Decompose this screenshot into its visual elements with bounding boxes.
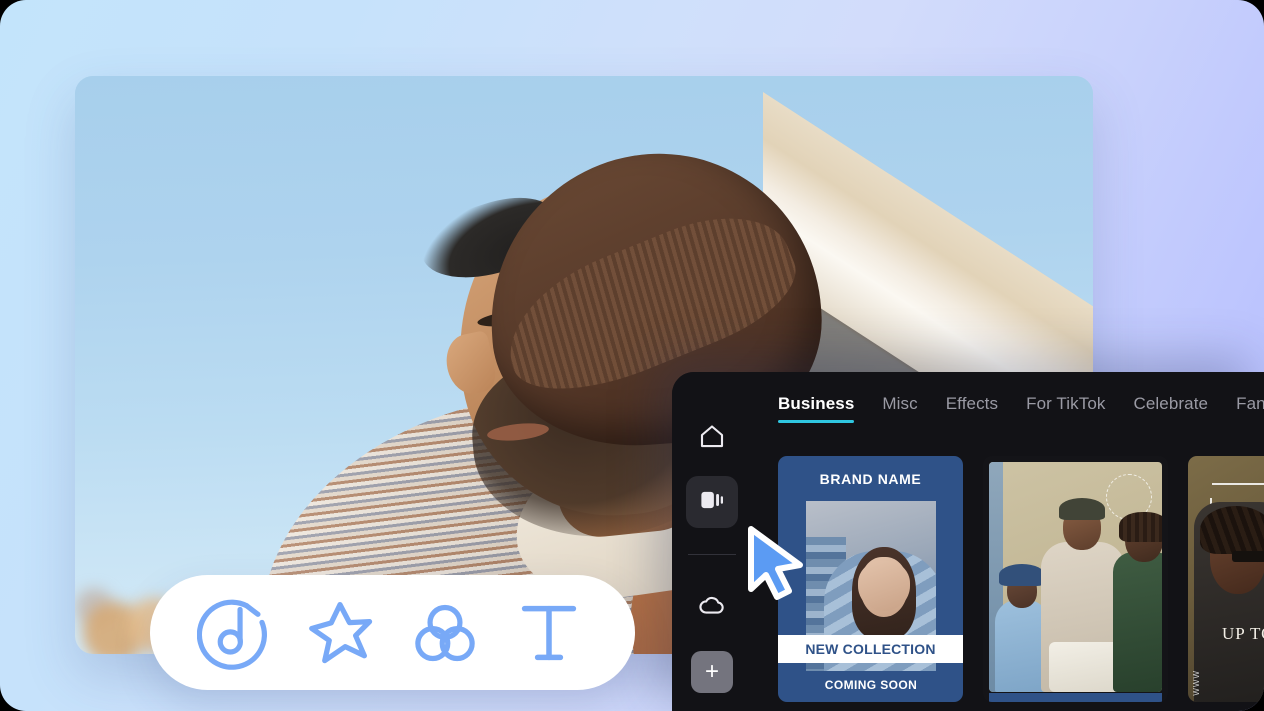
sidebar-item-cloud[interactable] (686, 581, 738, 633)
template-card-brand-new-collection[interactable]: BRAND NAME NEW COLLECTION COMING SOON (778, 456, 963, 702)
tab-misc[interactable]: Misc (882, 394, 917, 423)
effects-star-icon[interactable] (301, 594, 379, 672)
app-sidebar: + (672, 372, 752, 711)
audio-icon[interactable] (197, 594, 275, 672)
card-photo (989, 462, 1162, 692)
card-bottom-accent-bar (989, 693, 1162, 702)
panel-content: Business Misc Effects For TikTok Celebra… (752, 372, 1264, 711)
tab-label: Misc (882, 394, 918, 413)
tab-fandom[interactable]: Fandom (1236, 394, 1264, 423)
template-card-list: BRAND NAME NEW COLLECTION COMING SOON UP… (752, 423, 1264, 702)
tab-celebrate[interactable]: Celebrate (1134, 394, 1209, 423)
template-card-up-to-sale[interactable]: UP TO WWW (1188, 456, 1264, 702)
tab-label: Celebrate (1133, 394, 1209, 413)
tab-label: Effects (945, 394, 999, 413)
filters-icon[interactable] (406, 594, 484, 672)
sidebar-divider (688, 554, 736, 555)
card-header-label: BRAND NAME (819, 470, 922, 487)
tab-business[interactable]: Business (778, 394, 855, 423)
app-canvas: + Business Misc Effects For TikTok Celeb… (0, 0, 1264, 711)
tab-label: Business (778, 394, 855, 413)
templates-app-panel: + Business Misc Effects For TikTok Celeb… (672, 372, 1264, 711)
add-button[interactable]: + (691, 651, 733, 693)
card-rule-horizontal (1212, 483, 1264, 485)
card-person-sunglasses (1232, 551, 1264, 562)
sidebar-item-home[interactable] (686, 412, 738, 464)
home-icon (697, 421, 727, 456)
floating-tool-pill (150, 575, 635, 690)
text-icon[interactable] (510, 594, 588, 672)
card-band-secondary: COMING SOON (806, 671, 936, 702)
cloud-icon (697, 590, 727, 625)
card-model-face-highlight (858, 561, 910, 611)
card-side-label: WWW (1192, 670, 1201, 696)
tab-label: For TikTok (1026, 394, 1106, 413)
sidebar-item-templates[interactable] (686, 476, 738, 528)
card-person-hair (1200, 506, 1264, 554)
tab-effects[interactable]: Effects (946, 394, 998, 423)
category-tabs: Business Misc Effects For TikTok Celebra… (752, 372, 1264, 423)
template-card-fashion-trio[interactable] (983, 456, 1168, 702)
card-headline: UP TO (1222, 624, 1264, 643)
card-band-primary: NEW COLLECTION (778, 635, 963, 663)
tab-label: Fandom (1236, 394, 1264, 413)
card-person (1113, 507, 1162, 692)
add-button-label: + (704, 658, 719, 685)
tab-for-tiktok[interactable]: For TikTok (1026, 394, 1105, 423)
templates-icon (697, 485, 727, 520)
